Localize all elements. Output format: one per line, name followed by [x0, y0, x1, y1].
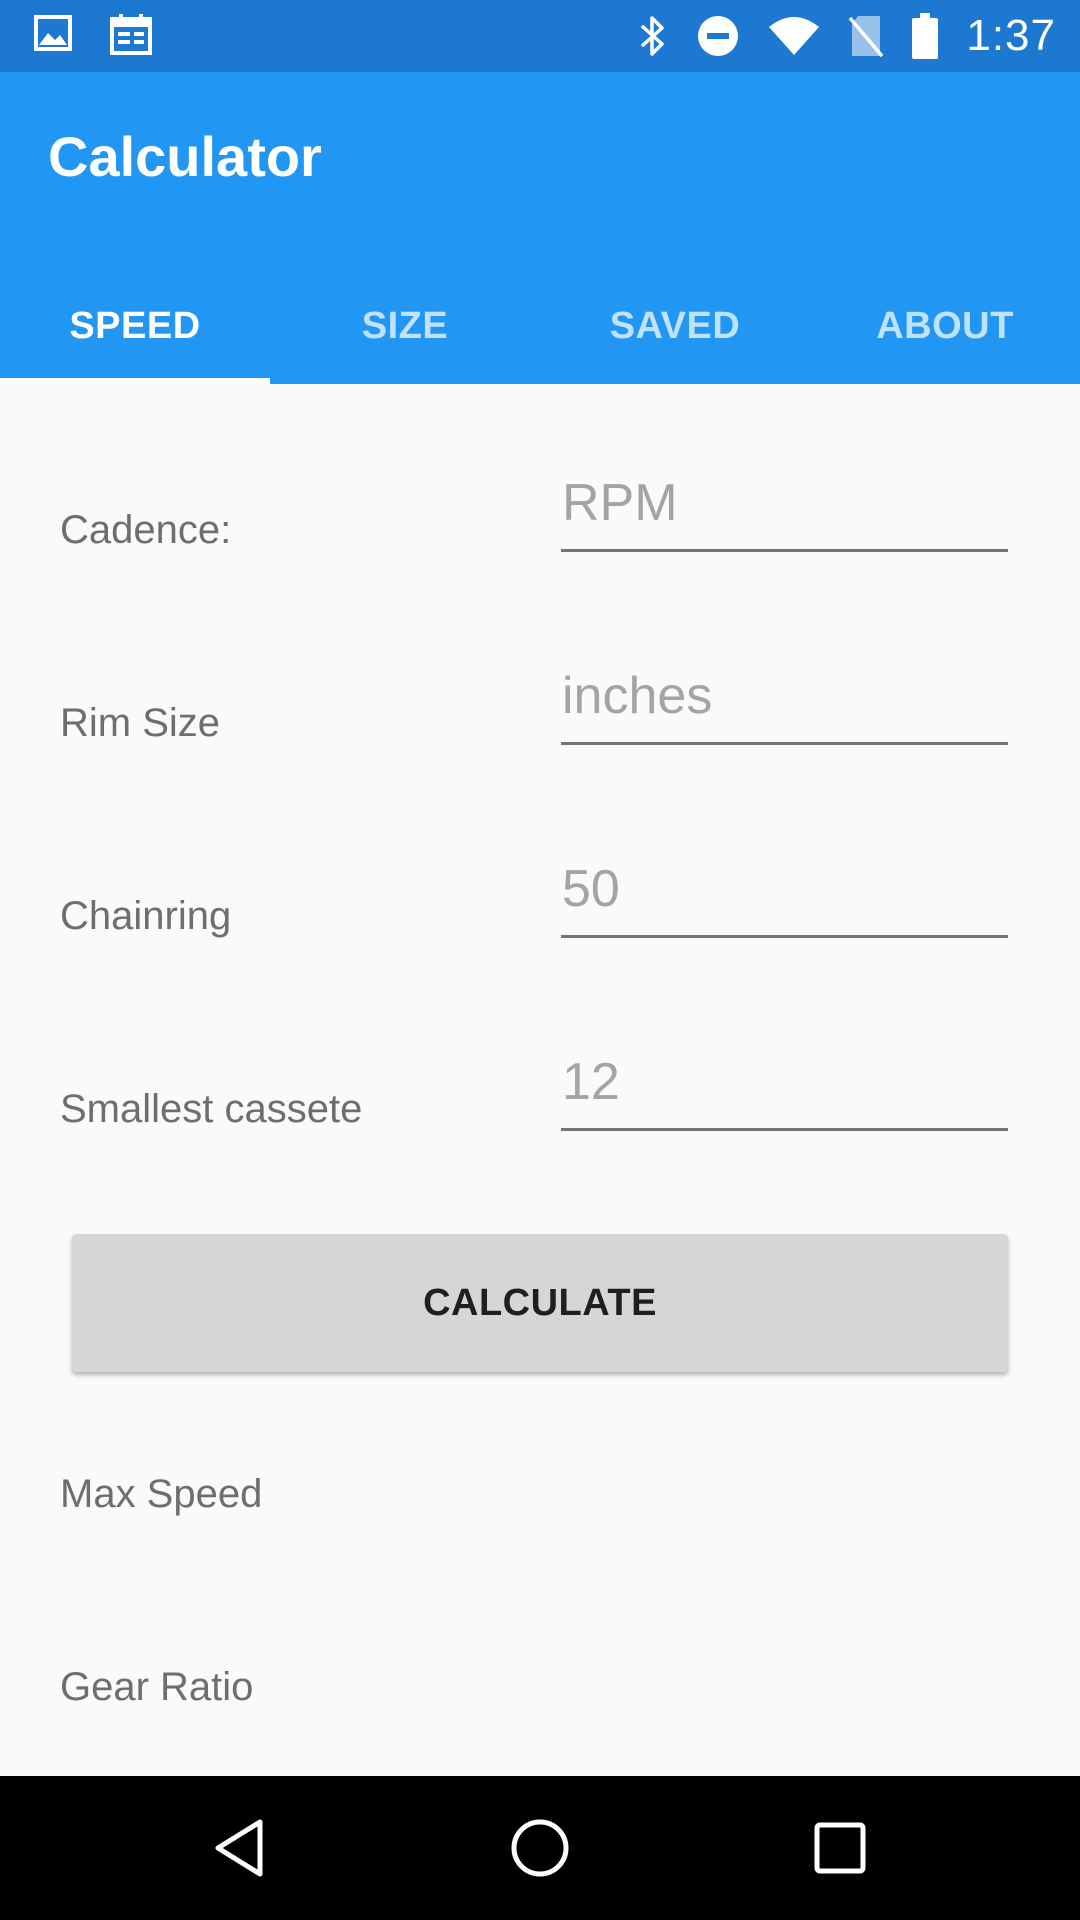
screen: 1:37 Calculator SPEED SIZE SAVED ABOUT C… [0, 0, 1080, 1920]
smallest-cassette-input[interactable] [561, 1035, 1008, 1131]
rim-size-label: Rim Size [60, 701, 221, 745]
app-title: Calculator [48, 125, 322, 188]
tab-bar: SPEED SIZE SAVED ABOUT [0, 268, 1080, 384]
bluetooth-icon [641, 16, 665, 56]
cadence-label: Cadence: [60, 508, 232, 552]
wifi-icon [769, 17, 820, 55]
back-icon[interactable] [204, 1812, 276, 1884]
calculate-button[interactable]: CALCULATE [72, 1234, 1008, 1372]
max-speed-label: Max Speed [60, 1472, 263, 1516]
cadence-input[interactable] [561, 456, 1008, 552]
recents-icon[interactable] [804, 1812, 876, 1884]
smallest-cassette-label: Smallest cassete [60, 1087, 363, 1131]
calendar-icon [110, 14, 152, 55]
tab-about[interactable]: ABOUT [810, 268, 1080, 384]
status-time: 1:37 [966, 11, 1056, 60]
battery-icon [912, 13, 939, 59]
tab-saved[interactable]: SAVED [540, 268, 810, 384]
chainring-input[interactable] [561, 842, 1008, 938]
tab-size[interactable]: SIZE [270, 268, 540, 384]
gear-ratio-label: Gear Ratio [60, 1665, 254, 1709]
rim-size-input[interactable] [561, 649, 1008, 745]
chainring-label: Chainring [60, 894, 232, 938]
smallest-cassette-row: Smallest cassete [0, 1035, 1080, 1185]
image-icon [34, 15, 72, 51]
no-sim-icon [849, 16, 884, 58]
chainring-row: Chainring [0, 842, 1080, 992]
status-bar: 1:37 [0, 0, 1080, 72]
tab-indicator [0, 378, 270, 384]
home-icon[interactable] [504, 1812, 576, 1884]
rim-size-row: Rim Size [0, 649, 1080, 799]
app-bar: Calculator SPEED SIZE SAVED ABOUT [0, 72, 1080, 384]
cadence-row: Cadence: [0, 456, 1080, 606]
navigation-bar [0, 1776, 1080, 1920]
do-not-disturb-icon [698, 16, 739, 56]
tab-speed[interactable]: SPEED [0, 268, 270, 384]
